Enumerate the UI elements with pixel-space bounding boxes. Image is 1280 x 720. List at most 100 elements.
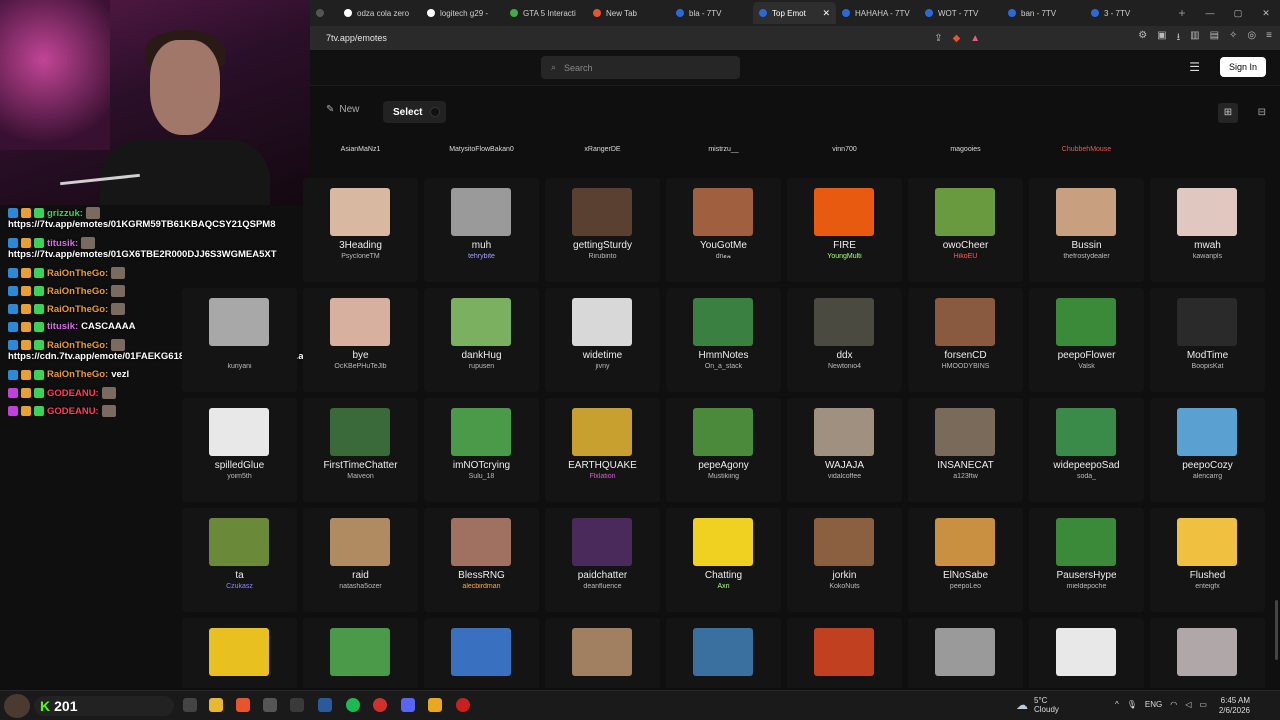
task-view-icon[interactable] bbox=[183, 698, 197, 712]
browser-tab[interactable]: bla - 7TV bbox=[670, 2, 753, 24]
emote-card[interactable]: Flushed enteigfx bbox=[1150, 508, 1265, 612]
toggle-switch[interactable] bbox=[430, 107, 441, 117]
sign-in-button[interactable]: Sign In bbox=[1219, 57, 1266, 77]
avatar[interactable] bbox=[4, 694, 30, 718]
emote-card[interactable]: YouGotMe dn𝓮𝓷 bbox=[666, 178, 781, 282]
emote-card[interactable]: widetime jivny bbox=[545, 288, 660, 392]
brave-browser-icon[interactable] bbox=[236, 698, 250, 712]
emote-card[interactable]: jorkin KokoNuts bbox=[787, 508, 902, 612]
chevron-up-icon[interactable]: ^ bbox=[1115, 700, 1119, 709]
emote-card[interactable] bbox=[787, 618, 902, 688]
wallet-icon[interactable]: ▤ bbox=[1210, 30, 1219, 47]
emote-card[interactable] bbox=[424, 618, 539, 688]
emote-card[interactable]: paidchatter deanfluence bbox=[545, 508, 660, 612]
steam-icon[interactable] bbox=[263, 698, 277, 712]
emote-card[interactable]: spilledGlue yoim5th bbox=[182, 398, 297, 502]
browser-tab[interactable]: ban - 7TV bbox=[1002, 2, 1085, 24]
opera-icon[interactable] bbox=[456, 698, 470, 712]
emote-card[interactable] bbox=[908, 618, 1023, 688]
url-field[interactable]: 7tv.app/emotes bbox=[326, 33, 934, 43]
emote-card[interactable]: ElNoSabe peepoLeo bbox=[908, 508, 1023, 612]
ai-icon[interactable]: ✧ bbox=[1229, 30, 1237, 47]
browser-tab[interactable]: Top Emot ✕ bbox=[753, 2, 836, 24]
wifi-icon[interactable]: ◠ bbox=[1170, 700, 1177, 709]
hamburger-menu-icon[interactable]: ☰ bbox=[1189, 60, 1200, 74]
rewards-icon[interactable]: ▲ bbox=[970, 33, 980, 44]
search-input[interactable]: ⌕ Search bbox=[541, 56, 740, 79]
select-toggle[interactable]: Select bbox=[383, 101, 447, 123]
emote-card[interactable]: mwah kawanpls bbox=[1150, 178, 1265, 282]
emote-card[interactable]: peepoFlower Valsk bbox=[1029, 288, 1144, 392]
share-icon[interactable]: ⇪ bbox=[934, 33, 942, 44]
compact-grid-view-icon[interactable]: ⊟ bbox=[1258, 103, 1266, 123]
browser-tab[interactable]: HAHAHA - 7TV bbox=[836, 2, 919, 24]
sidebar-icon[interactable]: ▥ bbox=[1190, 30, 1199, 47]
emote-card[interactable]: owoCheer HikoEU bbox=[908, 178, 1023, 282]
browser-tab[interactable]: odza cola zero bbox=[338, 2, 421, 24]
spotify-icon[interactable] bbox=[346, 698, 360, 712]
new-tab-icon[interactable]: + bbox=[1172, 6, 1192, 20]
emote-card[interactable]: Chatting Axri bbox=[666, 508, 781, 612]
emote-card[interactable]: 3Heading PsycloneTM bbox=[303, 178, 418, 282]
emote-card[interactable]: ddx Newtonio4 bbox=[787, 288, 902, 392]
download-icon[interactable]: ⭳ bbox=[1177, 30, 1181, 47]
emote-card[interactable] bbox=[303, 618, 418, 688]
emote-card[interactable] bbox=[666, 618, 781, 688]
emote-card[interactable]: EARTHQUAKE Flxlation bbox=[545, 398, 660, 502]
emote-card[interactable]: bye OcKBePHuTeJlb bbox=[303, 288, 418, 392]
emote-card[interactable]: muh tehrybite bbox=[424, 178, 539, 282]
emote-card[interactable]: ModTime BoopisKat bbox=[1150, 288, 1265, 392]
new-button[interactable]: ✎ New bbox=[326, 104, 359, 115]
emote-card[interactable]: HmmNotes On_a_stack bbox=[666, 288, 781, 392]
weather-widget[interactable]: ☁ 5°C Cloudy bbox=[1016, 696, 1059, 714]
emote-card[interactable]: forsenCD HMOODYBINS bbox=[908, 288, 1023, 392]
emote-card[interactable]: PausersHype mieldepoche bbox=[1029, 508, 1144, 612]
browser-tab[interactable]: WOT - 7TV bbox=[919, 2, 1002, 24]
emote-card[interactable]: pepeAgony Mustikiing bbox=[666, 398, 781, 502]
battery-icon[interactable]: ▭ bbox=[1199, 700, 1207, 709]
emote-card[interactable]: FIRE YoungMulti bbox=[787, 178, 902, 282]
rockstar-icon[interactable] bbox=[428, 698, 442, 712]
emote-card[interactable]: widepeepoSad soda_ bbox=[1029, 398, 1144, 502]
emote-card[interactable]: Bussin thefrostydealer bbox=[1029, 178, 1144, 282]
discord-icon[interactable] bbox=[401, 698, 415, 712]
chrome-icon[interactable] bbox=[373, 698, 387, 712]
emote-card[interactable]: WAJAJA vidalcoffee bbox=[787, 398, 902, 502]
browser-tab[interactable] bbox=[310, 2, 338, 24]
browser-tab[interactable]: New Tab bbox=[587, 2, 670, 24]
volume-icon[interactable]: ◁ bbox=[1185, 700, 1191, 709]
store-icon[interactable] bbox=[290, 698, 304, 712]
file-explorer-icon[interactable] bbox=[209, 698, 223, 712]
emote-card[interactable]: peepoCozy alencarrg bbox=[1150, 398, 1265, 502]
language-indicator[interactable]: ENG bbox=[1145, 700, 1162, 709]
emote-card[interactable] bbox=[1150, 618, 1265, 688]
minimize-icon[interactable]: ― bbox=[1196, 0, 1224, 26]
grid-view-icon[interactable]: ⊞ bbox=[1218, 103, 1238, 123]
emote-card[interactable]: raid natasha5ozer bbox=[303, 508, 418, 612]
emote-card[interactable] bbox=[1029, 618, 1144, 688]
browser-tab[interactable]: logitech g29 - bbox=[421, 2, 504, 24]
emote-card[interactable]: FirstTimeChatter Maiveon bbox=[303, 398, 418, 502]
browser-tab[interactable]: 3 - 7TV bbox=[1085, 2, 1168, 24]
vpn-icon[interactable]: ◎ bbox=[1247, 30, 1256, 47]
shield-icon[interactable]: ◆ bbox=[953, 33, 961, 44]
emote-card[interactable] bbox=[182, 618, 297, 688]
emote-card[interactable]: dankHug rupusen bbox=[424, 288, 539, 392]
obs-icon[interactable] bbox=[318, 698, 332, 712]
emote-card[interactable]: kuriyani bbox=[182, 288, 297, 392]
extensions-icon[interactable]: ⚙ bbox=[1138, 30, 1147, 47]
scrollbar[interactable] bbox=[1275, 600, 1278, 660]
browser-tab[interactable]: GTA 5 Interacti bbox=[504, 2, 587, 24]
browser-menu-icon[interactable]: ≡ bbox=[1266, 30, 1272, 47]
emote-card[interactable]: ta Czukasz bbox=[182, 508, 297, 612]
emote-card[interactable] bbox=[545, 618, 660, 688]
emote-card[interactable]: gettingSturdy Rirubinto bbox=[545, 178, 660, 282]
screenshot-icon[interactable]: ▣ bbox=[1157, 30, 1166, 47]
maximize-icon[interactable]: ▢ bbox=[1224, 0, 1252, 26]
emote-card[interactable]: INSANECAT a123ftw bbox=[908, 398, 1023, 502]
close-window-icon[interactable]: ✕ bbox=[1252, 0, 1280, 26]
clock[interactable]: 6:45 AM 2/6/2026 bbox=[1219, 696, 1250, 716]
kick-widget[interactable]: K 201 bbox=[34, 696, 174, 716]
emote-card[interactable]: BlessRNG alecbirdman bbox=[424, 508, 539, 612]
emote-card[interactable]: imNOTcrying Sulu_18 bbox=[424, 398, 539, 502]
